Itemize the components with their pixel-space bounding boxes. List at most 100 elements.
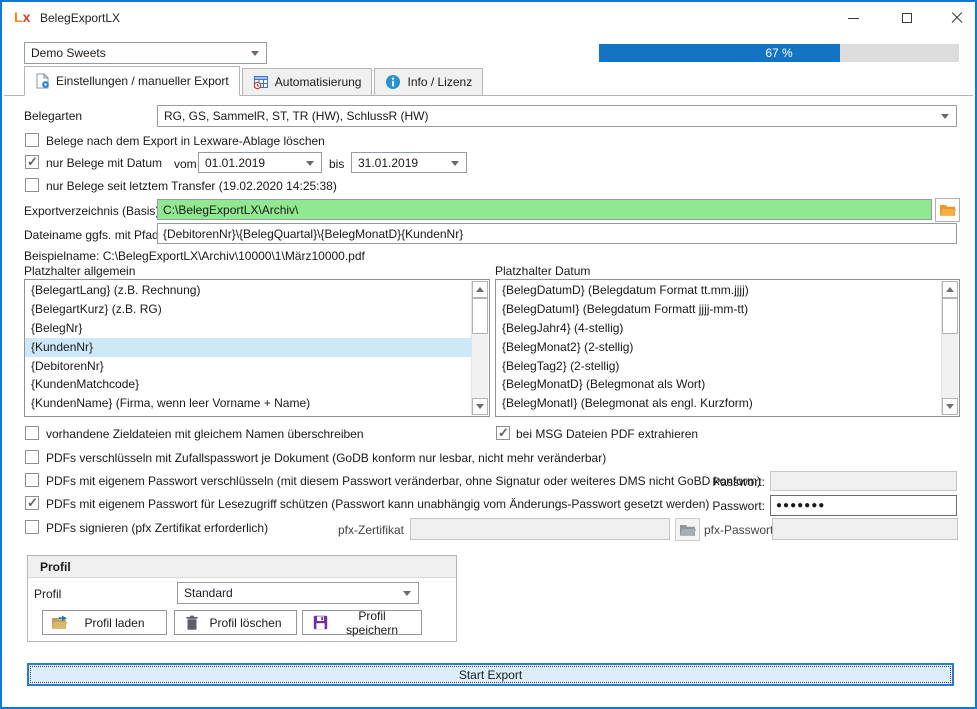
- export-dir-input[interactable]: [157, 199, 932, 220]
- scrollbar-thumb[interactable]: [942, 298, 958, 334]
- scrollbar[interactable]: [941, 281, 958, 415]
- trash-icon: [175, 615, 209, 631]
- chevron-down-icon: [403, 591, 411, 600]
- filename-input[interactable]: [157, 223, 957, 244]
- password1-input[interactable]: [770, 471, 957, 491]
- placeholders-date-listbox[interactable]: {BelegDatumD} (Belegdatum Format tt.mm.j…: [495, 279, 960, 417]
- placeholders-general-label: Platzhalter allgemein: [24, 264, 135, 278]
- since-last-transfer-checkbox[interactable]: [25, 178, 39, 192]
- profil-save-label: Profil speichern: [337, 609, 421, 637]
- tab-info-label: Info / Lizenz: [407, 75, 472, 89]
- info-icon: [385, 74, 401, 90]
- scrollbar-thumb[interactable]: [472, 298, 488, 334]
- app-logo-icon: Lx: [14, 9, 36, 29]
- tab-settings-label: Einstellungen / manueller Export: [56, 74, 229, 88]
- list-item[interactable]: {BelegMonatI} (Belegmonat als engl. Kurz…: [496, 394, 941, 413]
- close-button[interactable]: [940, 2, 974, 34]
- date-filter-label: nur Belege mit Datum: [46, 156, 162, 170]
- progress-label: 67 %: [599, 46, 959, 60]
- random-password-checkbox[interactable]: [25, 450, 39, 464]
- browse-pfx-cert-button[interactable]: [675, 518, 700, 541]
- tab-automation-label: Automatisierung: [275, 75, 362, 89]
- list-item[interactable]: {KundenNr}: [25, 338, 471, 357]
- read-password-checkbox[interactable]: [25, 496, 39, 510]
- pfx-password-label: pfx-Passwort: [704, 523, 773, 537]
- scroll-up-button[interactable]: [472, 281, 488, 298]
- scroll-down-button[interactable]: [472, 398, 488, 415]
- tab-strip: Einstellungen / manueller Export Automat…: [24, 66, 483, 96]
- delete-after-export-checkbox[interactable]: [25, 133, 39, 147]
- chevron-down-icon: [451, 161, 459, 170]
- export-dir-label: Exportverzeichnis (Basis): [24, 204, 159, 218]
- schedule-grid-clock-icon: [253, 74, 269, 90]
- list-item[interactable]: {BelegMonat2} (2-stellig): [496, 338, 941, 357]
- overwrite-checkbox[interactable]: [25, 426, 39, 440]
- list-item[interactable]: {BelegartKurz} (z.B. RG): [25, 300, 471, 319]
- list-item[interactable]: {KundenName} (Firma, wenn leer Vorname +…: [25, 394, 471, 413]
- folder-load-icon: [43, 615, 77, 630]
- scroll-up-button[interactable]: [942, 281, 958, 298]
- date-from-label: vom: [174, 157, 197, 171]
- list-item[interactable]: {KundenMatchcode}: [25, 375, 471, 394]
- arrow-up-icon: [946, 283, 954, 292]
- delete-after-export-label: Belege nach dem Export in Lexware-Ablage…: [46, 134, 325, 148]
- own-password-checkbox[interactable]: [25, 473, 39, 487]
- company-select-value: Demo Sweets: [31, 46, 106, 60]
- arrow-up-icon: [476, 283, 484, 292]
- overwrite-label: vorhandene Zieldateien mit gleichem Name…: [46, 427, 364, 441]
- msg-extract-checkbox[interactable]: [496, 426, 510, 440]
- pfx-password-input[interactable]: [772, 518, 958, 540]
- list-item[interactable]: {BelegNr}: [25, 319, 471, 338]
- maximize-button[interactable]: [890, 2, 924, 34]
- date-filter-checkbox[interactable]: [25, 155, 39, 169]
- pfx-cert-input[interactable]: [410, 518, 670, 540]
- list-item[interactable]: {DebitorenNr}: [25, 357, 471, 376]
- random-password-label: PDFs verschlüsseln mit Zufallspasswort j…: [46, 451, 606, 465]
- list-item[interactable]: {BelegDatumI} (Belegdatum Formatt jjjj-m…: [496, 300, 941, 319]
- pfx-cert-label: pfx-Zertifikat: [302, 523, 404, 537]
- profil-delete-button[interactable]: Profil löschen: [174, 610, 297, 635]
- list-item[interactable]: {BelegartLang} (z.B. Rechnung): [25, 281, 471, 300]
- scroll-down-button[interactable]: [942, 398, 958, 415]
- sign-pdf-label: PDFs signieren (pfx Zertifikat erforderl…: [46, 521, 268, 535]
- list-item[interactable]: {KundenVorname} {KundenNachname}: [25, 413, 471, 416]
- profil-select-value: Standard: [184, 586, 233, 600]
- profil-load-button[interactable]: Profil laden: [42, 610, 167, 635]
- profil-delete-label: Profil löschen: [209, 616, 296, 630]
- profil-save-button[interactable]: Profil speichern: [302, 610, 422, 635]
- date-to-label: bis: [329, 157, 344, 171]
- start-export-button[interactable]: Start Export: [27, 663, 954, 686]
- title-bar: Lx BelegExportLX: [2, 2, 975, 34]
- list-item[interactable]: {BelegTag2} (2-stellig): [496, 357, 941, 376]
- placeholders-date-rows: {BelegDatumD} (Belegdatum Format tt.mm.j…: [496, 281, 941, 416]
- belegarten-select[interactable]: RG, GS, SammelR, ST, TR (HW), SchlussR (…: [157, 105, 957, 127]
- belegarten-label: Belegarten: [24, 109, 82, 123]
- company-select[interactable]: Demo Sweets: [24, 42, 267, 64]
- arrow-down-icon: [476, 404, 484, 413]
- scrollbar[interactable]: [471, 281, 488, 415]
- sign-pdf-checkbox[interactable]: [25, 520, 39, 534]
- date-to-picker[interactable]: 31.01.2019: [351, 152, 467, 173]
- folder-open-icon: [939, 203, 957, 217]
- list-item[interactable]: {BelegDatumD} (Belegdatum Format tt.mm.j…: [496, 281, 941, 300]
- minimize-button[interactable]: [836, 2, 870, 34]
- export-progressbar: 67 %: [599, 44, 959, 62]
- list-item[interactable]: {BelegJahr2} (2-stellig): [496, 413, 941, 416]
- password2-input[interactable]: [770, 495, 957, 516]
- list-item[interactable]: {BelegMonatD} (Belegmonat als Wort): [496, 375, 941, 394]
- folder-open-icon: [679, 523, 697, 537]
- floppy-disk-icon: [303, 615, 337, 630]
- tab-automation[interactable]: Automatisierung: [242, 68, 373, 96]
- date-from-value: 01.01.2019: [205, 156, 265, 170]
- tab-settings[interactable]: Einstellungen / manueller Export: [24, 66, 240, 96]
- chevron-down-icon: [251, 51, 259, 60]
- date-to-value: 31.01.2019: [358, 156, 418, 170]
- placeholders-general-listbox[interactable]: {BelegartLang} (z.B. Rechnung){BelegartK…: [24, 279, 490, 417]
- profil-select[interactable]: Standard: [177, 582, 419, 604]
- browse-export-dir-button[interactable]: [935, 198, 960, 222]
- list-item[interactable]: {BelegJahr4} (4-stellig): [496, 319, 941, 338]
- profil-select-label: Profil: [34, 587, 61, 601]
- date-from-picker[interactable]: 01.01.2019: [198, 152, 322, 173]
- arrow-down-icon: [946, 404, 954, 413]
- tab-info[interactable]: Info / Lizenz: [374, 68, 483, 96]
